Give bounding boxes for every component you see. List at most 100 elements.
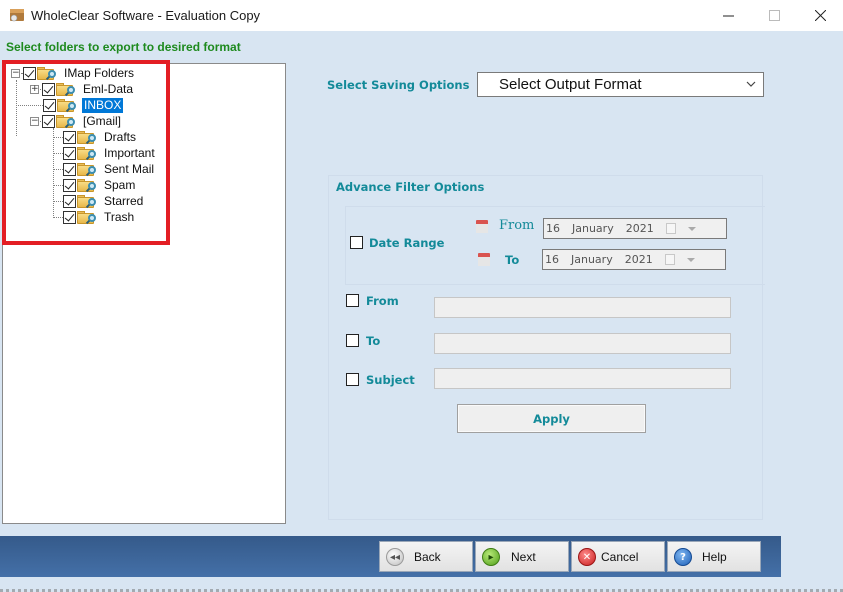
folder-search-icon xyxy=(77,146,99,161)
tree-item-label: Spam xyxy=(104,177,136,192)
tree-checkbox[interactable] xyxy=(23,66,36,80)
date-range-checkbox[interactable] xyxy=(350,236,363,249)
folder-search-icon xyxy=(77,210,99,225)
date-to-label: To xyxy=(505,253,520,267)
tree-connector xyxy=(53,217,63,218)
to-filter-checkbox[interactable] xyxy=(346,334,359,347)
tree-item-label: Trash xyxy=(104,209,135,224)
tree-checkbox[interactable] xyxy=(42,82,55,96)
tree-connector xyxy=(53,185,63,186)
tree-item-label: Drafts xyxy=(104,129,137,144)
from-filter-label: From xyxy=(366,294,399,308)
tree-item-trash[interactable]: Trash xyxy=(63,209,136,225)
tree-item-imap-folders[interactable]: − IMap Folders xyxy=(11,65,136,81)
subject-filter-input[interactable] xyxy=(434,368,731,389)
tree-item-sent-mail[interactable]: Sent Mail xyxy=(63,161,156,177)
tree-item-label: Important xyxy=(104,145,155,160)
help-question-icon: ? xyxy=(674,548,692,566)
folder-search-icon xyxy=(57,98,79,113)
tree-item-spam[interactable]: Spam xyxy=(63,177,137,193)
help-label: Help xyxy=(702,550,727,564)
close-button[interactable] xyxy=(797,0,843,31)
tree-item-label: Starred xyxy=(104,193,144,208)
tree-item-gmail[interactable]: − [Gmail] xyxy=(30,113,123,129)
tree-connector xyxy=(53,137,63,138)
folder-search-icon xyxy=(56,82,78,97)
maximize-icon xyxy=(768,10,780,21)
date-to-day: 16 xyxy=(545,253,559,266)
output-format-select[interactable]: Select Output Format xyxy=(477,72,764,97)
minimize-icon xyxy=(722,15,734,17)
apply-button[interactable]: Apply xyxy=(457,404,646,433)
output-format-value: Select Output Format xyxy=(499,76,642,93)
date-dropdown-icon[interactable] xyxy=(666,223,708,234)
folder-search-icon xyxy=(77,162,99,177)
back-button[interactable]: ◂◂ Back xyxy=(379,541,473,572)
title-bar: WholeClear Software - Evaluation Copy xyxy=(0,0,843,31)
folder-search-icon xyxy=(77,178,99,193)
chevron-down-icon xyxy=(746,81,756,87)
date-from-picker[interactable]: 16 January 2021 xyxy=(543,218,727,239)
tree-checkbox[interactable] xyxy=(63,178,76,192)
tree-checkbox[interactable] xyxy=(63,146,76,160)
tree-connector xyxy=(16,105,43,106)
tree-item-eml-data[interactable]: + Eml-Data xyxy=(30,81,135,97)
date-dropdown-icon[interactable] xyxy=(665,254,707,265)
tree-checkbox[interactable] xyxy=(42,114,55,128)
folder-tree[interactable]: − IMap Folders + Eml-Data INBOX − [Gmail… xyxy=(2,63,286,524)
date-from-label: From xyxy=(499,218,535,233)
collapse-icon[interactable]: − xyxy=(30,116,39,126)
tree-item-label: INBOX xyxy=(82,97,124,113)
cancel-button[interactable]: ✕ Cancel xyxy=(571,541,665,572)
help-button[interactable]: ? Help xyxy=(667,541,761,572)
tree-item-label: IMap Folders xyxy=(64,65,135,80)
tree-checkbox[interactable] xyxy=(43,98,56,112)
tree-item-starred[interactable]: Starred xyxy=(63,193,145,209)
back-label: Back xyxy=(414,550,441,564)
date-to-year: 2021 xyxy=(624,253,653,266)
expand-icon[interactable]: + xyxy=(30,84,39,94)
tree-checkbox[interactable] xyxy=(63,162,76,176)
date-to-picker[interactable]: 16 January 2021 xyxy=(542,249,726,270)
from-filter-input[interactable] xyxy=(434,297,731,318)
date-from-day: 16 xyxy=(546,222,560,235)
date-to-month: January xyxy=(571,253,613,266)
tree-checkbox[interactable] xyxy=(63,210,76,224)
cancel-x-icon: ✕ xyxy=(578,548,596,566)
next-arrow-icon: ▸ xyxy=(482,548,500,566)
to-filter-label: To xyxy=(366,334,381,348)
filter-title: Advance Filter Options xyxy=(336,180,485,194)
app-logo-icon xyxy=(10,9,24,22)
date-from-month: January xyxy=(572,222,614,235)
tree-connector xyxy=(53,153,63,154)
tree-checkbox[interactable] xyxy=(63,130,76,144)
tree-connector xyxy=(16,80,17,136)
next-button[interactable]: ▸ Next xyxy=(475,541,569,572)
maximize-button[interactable] xyxy=(751,0,797,31)
tree-item-label: Eml-Data xyxy=(83,81,134,96)
tree-connector xyxy=(53,201,63,202)
next-label: Next xyxy=(511,550,536,564)
tree-checkbox[interactable] xyxy=(63,194,76,208)
close-icon xyxy=(814,10,826,21)
tree-item-drafts[interactable]: Drafts xyxy=(63,129,138,145)
subject-filter-checkbox[interactable] xyxy=(346,373,359,386)
tree-item-label: [Gmail] xyxy=(83,113,122,128)
saving-options-label: Select Saving Options xyxy=(327,78,470,92)
window-title: WholeClear Software - Evaluation Copy xyxy=(31,8,261,23)
from-filter-checkbox[interactable] xyxy=(346,294,359,307)
date-from-year: 2021 xyxy=(625,222,654,235)
tree-item-inbox[interactable]: INBOX xyxy=(43,97,124,113)
to-filter-input[interactable] xyxy=(434,333,731,354)
instruction-label: Select folders to export to desired form… xyxy=(6,40,241,54)
tree-item-label: Sent Mail xyxy=(104,161,155,176)
calendar-icon xyxy=(476,220,488,233)
folder-search-icon xyxy=(37,66,59,81)
date-range-label: Date Range xyxy=(369,236,445,250)
folder-search-icon xyxy=(56,114,78,129)
minimize-button[interactable] xyxy=(705,0,751,31)
tree-item-important[interactable]: Important xyxy=(63,145,157,161)
calendar-icon xyxy=(478,253,490,266)
collapse-icon[interactable]: − xyxy=(11,68,20,78)
subject-filter-label: Subject xyxy=(366,373,415,387)
